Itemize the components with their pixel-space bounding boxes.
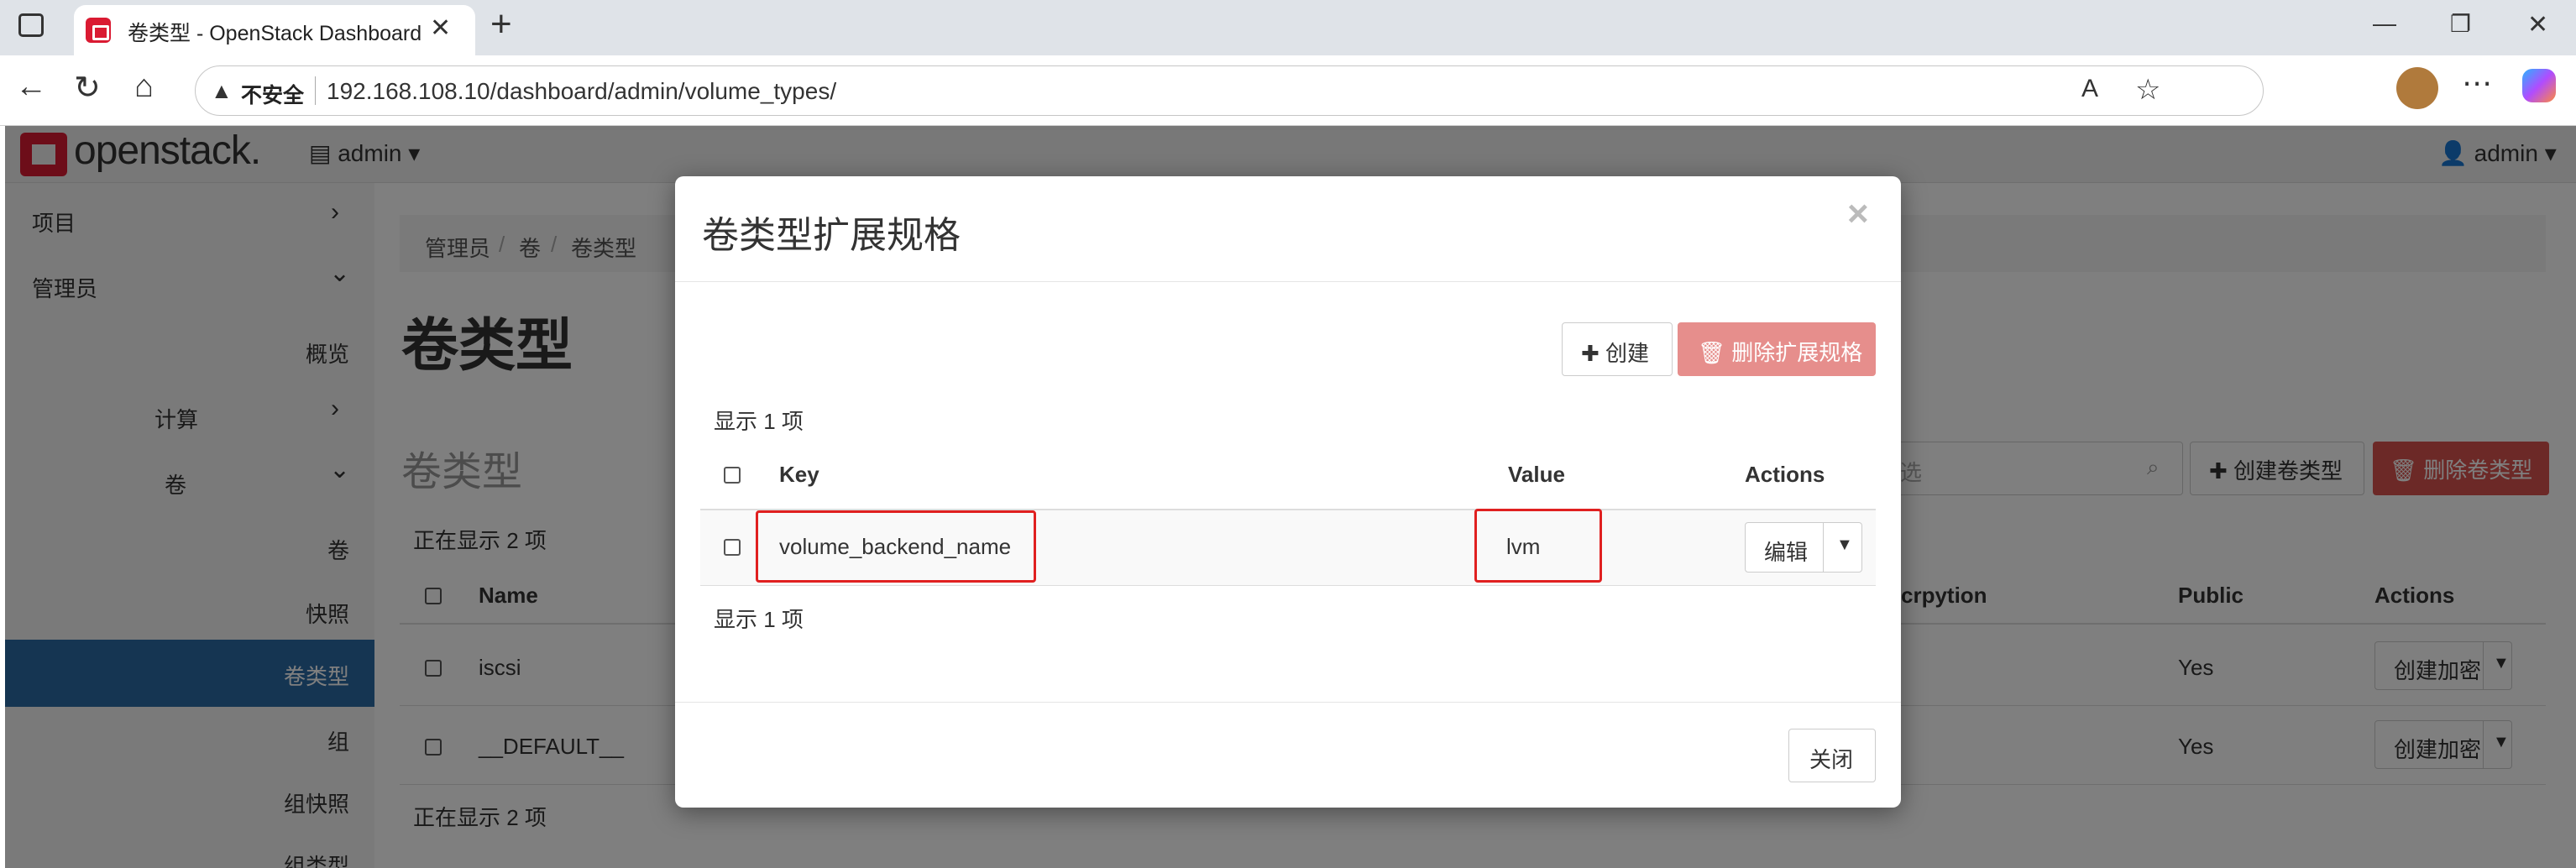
openstack-favicon-icon (86, 18, 111, 43)
tab-title: 卷类型 - OpenStack Dashboard (128, 22, 422, 45)
browser-tab[interactable]: 卷类型 - OpenStack Dashboard ✕ (74, 5, 475, 55)
security-label: 不安全 (241, 84, 305, 107)
modal-select-all-checkbox[interactable] (724, 467, 741, 484)
edit-extra-spec-button[interactable]: 编辑 ▼ (1745, 522, 1862, 573)
tab-close-icon[interactable]: ✕ (430, 13, 451, 43)
create-extra-spec-label: 创建 (1605, 341, 1650, 366)
warning-icon: ▲ (211, 78, 233, 103)
extra-spec-value: lvm (1506, 534, 1541, 559)
url-input[interactable]: ▲ 不安全 192.168.108.10/dashboard/admin/vol… (195, 65, 2264, 116)
column-key: Key (779, 462, 819, 487)
url-text: 192.168.108.10/dashboard/admin/volume_ty… (327, 78, 837, 104)
column-actions: Actions (1745, 462, 1825, 487)
address-toolbar: ← ↻ ⌂ ▲ 不安全 192.168.108.10/dashboard/adm… (0, 55, 2576, 126)
sidebar-toggle-icon[interactable] (18, 13, 44, 37)
back-icon[interactable]: ← (15, 69, 47, 105)
edit-label: 编辑 (1764, 540, 1809, 565)
extra-specs-modal: 卷类型扩展规格 × ✚ 创建 🗑 删除扩展规格 显示 1 项 Key Value… (675, 176, 1901, 808)
delete-extra-spec-label: 删除扩展规格 (1731, 340, 1863, 365)
home-icon[interactable]: ⌂ (134, 69, 154, 105)
column-value: Value (1508, 462, 1565, 487)
refresh-icon[interactable]: ↻ (74, 69, 101, 107)
row-checkbox[interactable] (724, 539, 741, 556)
delete-extra-spec-button[interactable]: 🗑 删除扩展规格 (1678, 322, 1876, 376)
window-close-button[interactable]: ✕ (2527, 10, 2548, 39)
modal-close-button[interactable]: 关闭 (1788, 729, 1876, 782)
profile-avatar[interactable] (2396, 67, 2438, 109)
more-menu-icon[interactable]: ⋯ (2462, 65, 2492, 101)
plus-icon: ✚ (1581, 341, 1606, 366)
modal-header: 卷类型扩展规格 × (675, 176, 1901, 282)
restore-button[interactable]: ❐ (2450, 10, 2471, 38)
trash-icon: 🗑 (1698, 340, 1732, 365)
caret-down-icon[interactable]: ▼ (1836, 536, 1853, 555)
extra-spec-key: volume_backend_name (779, 534, 1012, 559)
modal-count-bottom: 显示 1 项 (714, 607, 804, 632)
favorite-star-icon[interactable]: ☆ (2135, 73, 2160, 107)
copilot-icon[interactable] (2522, 69, 2556, 102)
url-divider (315, 76, 316, 105)
modal-count-top: 显示 1 项 (714, 409, 804, 434)
read-aloud-icon[interactable]: A (2081, 75, 2098, 103)
modal-title: 卷类型扩展规格 (702, 215, 961, 256)
new-tab-button[interactable]: + (490, 3, 512, 45)
create-extra-spec-button[interactable]: ✚ 创建 (1562, 322, 1673, 376)
modal-close-icon[interactable]: × (1847, 193, 1869, 235)
modal-footer-divider (675, 702, 1901, 703)
minimize-button[interactable]: — (2373, 10, 2396, 37)
